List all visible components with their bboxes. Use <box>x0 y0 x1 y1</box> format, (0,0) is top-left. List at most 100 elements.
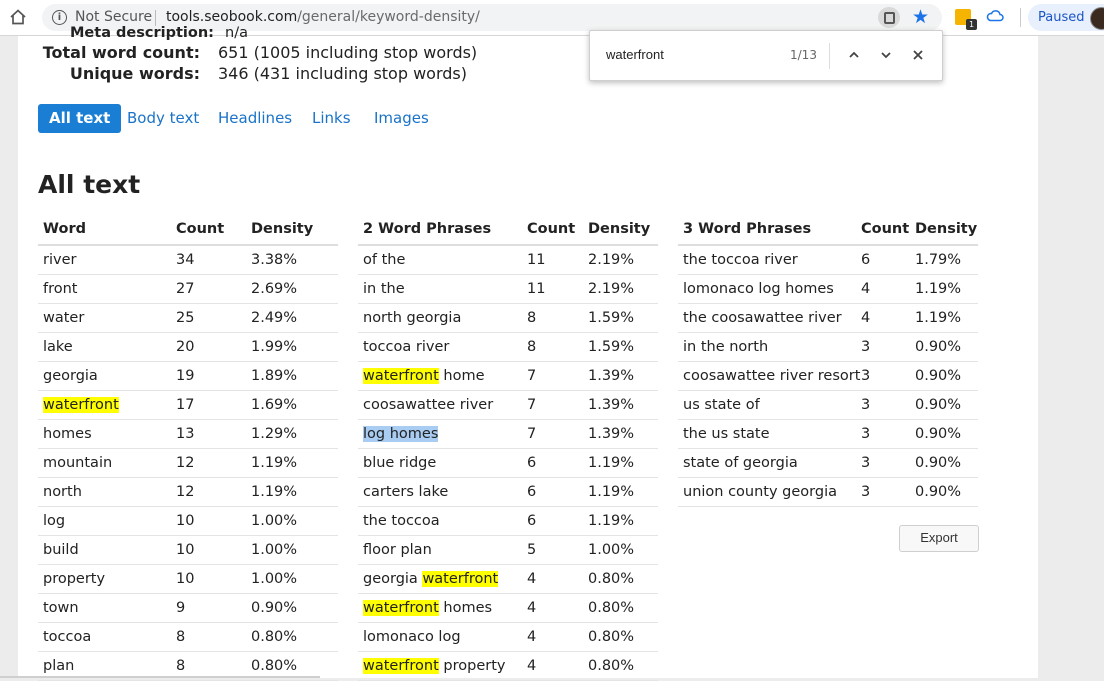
density-cell: 0.90% <box>910 448 978 478</box>
phrase-cell: coosawattee river resort <box>678 361 860 391</box>
count-cell: 8 <box>171 622 246 652</box>
table-row: georgia 19 1.89% <box>38 361 338 391</box>
three-word-phrase-table: 3 Word Phrases Count Density the toccoa ri… <box>678 214 978 507</box>
tab-body-text[interactable]: Body text <box>127 104 199 133</box>
page-search-icon[interactable] <box>878 7 900 28</box>
table-row: front 27 2.69% <box>38 274 338 304</box>
table-row: state of georgia 3 0.90% <box>678 448 978 478</box>
count-cell: 4 <box>522 593 583 623</box>
profile-button[interactable]: Paused <box>1028 4 1104 31</box>
tab-images[interactable]: Images <box>374 104 429 133</box>
chevron-down-icon[interactable] <box>875 44 897 66</box>
tab-all-text[interactable]: All text <box>38 104 122 133</box>
find-highlight: waterfront <box>43 397 119 413</box>
section-title: All text <box>38 170 141 199</box>
count-cell: 19 <box>171 361 246 391</box>
table-row: waterfront property 4 0.80% <box>358 651 658 681</box>
density-cell: 1.19% <box>246 477 338 507</box>
density-cell: 3.38% <box>246 245 338 275</box>
table-row: homes 13 1.29% <box>38 419 338 449</box>
phrase-cell: waterfront property <box>358 651 522 681</box>
density-cell: 0.90% <box>910 419 978 449</box>
phrase-cell: of the <box>358 245 522 275</box>
two-word-phrase-table: 2 Word Phrases Count Density of the 11 2.19%… <box>358 214 658 681</box>
density-cell: 1.19% <box>910 303 978 333</box>
table-row: waterfront home 7 1.39% <box>358 361 658 391</box>
table-row: carters lake 6 1.19% <box>358 477 658 507</box>
selected-text: log homes <box>363 426 439 442</box>
count-cell: 3 <box>856 477 910 507</box>
info-icon[interactable]: i <box>52 10 67 25</box>
phrase-cell: log homes <box>358 419 522 449</box>
phrase-cell: front <box>38 274 171 304</box>
table-row: coosawattee river 7 1.39% <box>358 390 658 420</box>
count-cell: 3 <box>856 390 910 420</box>
phrase-cell: the toccoa river <box>678 245 856 275</box>
export-button[interactable]: Export <box>899 525 979 552</box>
table-row: north 12 1.19% <box>38 477 338 507</box>
phrase-cell: us state of <box>678 390 856 420</box>
security-label[interactable]: Not Secure <box>75 9 152 25</box>
find-highlight: waterfront <box>422 571 499 587</box>
find-separator <box>829 43 830 69</box>
density-cell: 2.49% <box>246 303 338 333</box>
count-cell: 3 <box>856 332 910 362</box>
cloud-icon[interactable] <box>986 8 1004 22</box>
phrase-cell: log <box>38 506 171 536</box>
table-row: coosawattee river resort 3 0.90% <box>678 361 978 391</box>
phrase-cell: in the <box>358 274 522 304</box>
table-row: of the 11 2.19% <box>358 245 658 275</box>
url-text[interactable]: tools.seobook.com/general/keyword-densit… <box>166 9 480 25</box>
count-cell: 8 <box>522 303 583 333</box>
count-cell: 12 <box>171 477 246 507</box>
home-icon[interactable] <box>9 8 27 26</box>
count-cell: 13 <box>171 419 246 449</box>
density-cell: 1.19% <box>910 274 978 304</box>
table-row: waterfront homes 4 0.80% <box>358 593 658 623</box>
table-row: mountain 12 1.19% <box>38 448 338 478</box>
phrase-cell: water <box>38 303 171 333</box>
toolbar-divider <box>1020 8 1021 27</box>
tab-headlines[interactable]: Headlines <box>218 104 292 133</box>
avatar <box>1090 7 1104 30</box>
count-cell: 3 <box>856 419 910 449</box>
density-cell: 2.69% <box>246 274 338 304</box>
density-cell: 0.90% <box>910 477 978 507</box>
count-cell: 7 <box>522 361 583 391</box>
phrase-cell: floor plan <box>358 535 522 565</box>
density-cell: 1.39% <box>583 361 658 391</box>
chevron-up-icon[interactable] <box>843 44 865 66</box>
stat-total-word-count: Total word count: 651 (1005 including st… <box>42 43 478 62</box>
tab-links[interactable]: Links <box>312 104 351 133</box>
phrase-cell: build <box>38 535 171 565</box>
url-separator <box>155 10 156 26</box>
profile-status: Paused <box>1038 10 1085 25</box>
phrase-cell: carters lake <box>358 477 522 507</box>
column-header: Word <box>38 214 171 246</box>
close-icon[interactable] <box>907 44 929 66</box>
count-cell: 9 <box>171 593 246 623</box>
table-row: log 10 1.00% <box>38 506 338 536</box>
count-cell: 7 <box>522 419 583 449</box>
column-header: Count <box>856 214 910 246</box>
count-cell: 11 <box>522 245 583 275</box>
count-cell: 10 <box>171 564 246 594</box>
density-cell: 0.80% <box>583 622 658 652</box>
phrase-cell: lake <box>38 332 171 362</box>
phrase-cell: river <box>38 245 171 275</box>
density-cell: 1.59% <box>583 332 658 362</box>
count-cell: 20 <box>171 332 246 362</box>
count-cell: 8 <box>522 332 583 362</box>
table-row: property 10 1.00% <box>38 564 338 594</box>
density-cell: 0.90% <box>910 332 978 362</box>
find-match-count: 1/13 <box>790 48 817 62</box>
column-header: Density <box>246 214 338 246</box>
find-bar: 1/13 <box>589 30 943 81</box>
phrase-cell: waterfront homes <box>358 593 522 623</box>
phrase-cell: lomonaco log <box>358 622 522 652</box>
bookmark-star-icon[interactable]: ★ <box>912 6 929 28</box>
table-row: toccoa river 8 1.59% <box>358 332 658 362</box>
count-cell: 10 <box>171 506 246 536</box>
density-cell: 1.00% <box>583 535 658 565</box>
find-input[interactable] <box>606 47 776 62</box>
